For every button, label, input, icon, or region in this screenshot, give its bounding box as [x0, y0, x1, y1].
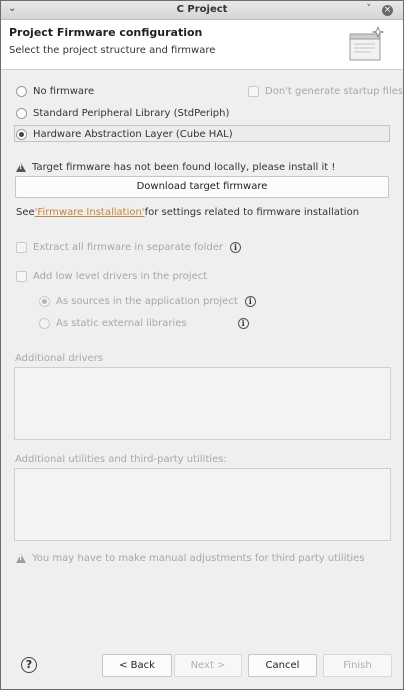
see-prefix: See — [16, 207, 35, 218]
checkbox-label: Add low level drivers in the project — [33, 270, 208, 282]
wizard-header: Project Firmware configuration Select th… — [1, 20, 403, 70]
third-party-warning: You may have to make manual adjustments … — [16, 553, 365, 564]
page-subtitle: Select the project structure and firmwar… — [9, 45, 216, 56]
dialog-window: ⌄ C Project ˅ × Project Firmware configu… — [0, 0, 404, 690]
additional-utilities-label: Additional utilities and third-party uti… — [15, 454, 227, 465]
cancel-button[interactable]: Cancel — [248, 654, 317, 677]
info-icon[interactable]: i — [230, 241, 242, 253]
checkbox-dont-generate-startup[interactable]: Don't generate startup files — [248, 83, 403, 99]
wizard-footer: ? < Back Next > Cancel Finish — [1, 641, 403, 690]
window-title: C Project — [176, 4, 228, 15]
firmware-installation-note: See 'Firmware Installation' for settings… — [16, 207, 359, 218]
warning-text: Target firmware has not been found local… — [32, 162, 336, 173]
radio-label: No firmware — [33, 85, 95, 97]
checkbox[interactable] — [16, 270, 27, 282]
checkbox-label: Don't generate startup files — [265, 85, 404, 97]
radio-no-firmware[interactable]: No firmware — [16, 83, 94, 99]
wizard-banner-icon — [349, 26, 384, 61]
warning-text: You may have to make manual adjustments … — [32, 553, 365, 564]
checkbox-low-level-drivers[interactable]: Add low level drivers in the project — [16, 268, 207, 284]
firmware-installation-link[interactable]: 'Firmware Installation' — [35, 207, 145, 218]
warning-icon — [16, 554, 26, 563]
help-icon[interactable]: ? — [21, 657, 37, 673]
checkbox[interactable] — [16, 241, 27, 253]
radio-label: Standard Peripheral Library (StdPeriph) — [33, 107, 230, 119]
info-icon[interactable]: i — [237, 317, 249, 329]
titlebar: ⌄ C Project ˅ × — [1, 1, 403, 20]
radio-as-sources[interactable]: As sources in the application project i — [39, 293, 256, 309]
minimize-icon[interactable]: ˅ — [367, 4, 372, 14]
radio-std-periph[interactable]: Standard Peripheral Library (StdPeriph) — [16, 105, 229, 121]
close-icon[interactable]: × — [382, 5, 393, 16]
firmware-warning: Target firmware has not been found local… — [16, 162, 335, 173]
next-button[interactable]: Next > — [174, 654, 242, 677]
additional-utilities-list[interactable] — [14, 468, 391, 541]
checkbox[interactable] — [248, 85, 259, 97]
radio-label: As static external libraries — [56, 317, 187, 329]
download-firmware-button[interactable]: Download target firmware — [15, 176, 389, 198]
checkbox-extract-all[interactable]: Extract all firmware in separate folder … — [16, 239, 242, 255]
radio-as-static[interactable]: As static external libraries i — [39, 315, 249, 331]
radio-button[interactable] — [39, 295, 50, 307]
back-button[interactable]: < Back — [102, 654, 172, 677]
radio-button[interactable] — [16, 107, 27, 119]
page-title: Project Firmware configuration — [9, 26, 203, 39]
additional-drivers-label: Additional drivers — [15, 353, 104, 364]
radio-cube-hal[interactable]: Hardware Abstraction Layer (Cube HAL) — [16, 126, 233, 142]
radio-label: As sources in the application project — [56, 295, 238, 307]
see-suffix: for settings related to firmware install… — [144, 207, 360, 218]
radio-label: Hardware Abstraction Layer (Cube HAL) — [33, 128, 233, 140]
finish-button[interactable]: Finish — [323, 654, 392, 677]
additional-drivers-list[interactable] — [14, 367, 391, 440]
radio-button[interactable] — [16, 85, 27, 97]
checkbox-label: Extract all firmware in separate folder — [33, 241, 224, 253]
radio-button[interactable] — [39, 317, 50, 329]
info-icon[interactable]: i — [244, 295, 256, 307]
warning-icon — [16, 163, 26, 172]
radio-button[interactable] — [16, 128, 27, 140]
wizard-content: No firmware Don't generate startup files… — [1, 71, 403, 641]
